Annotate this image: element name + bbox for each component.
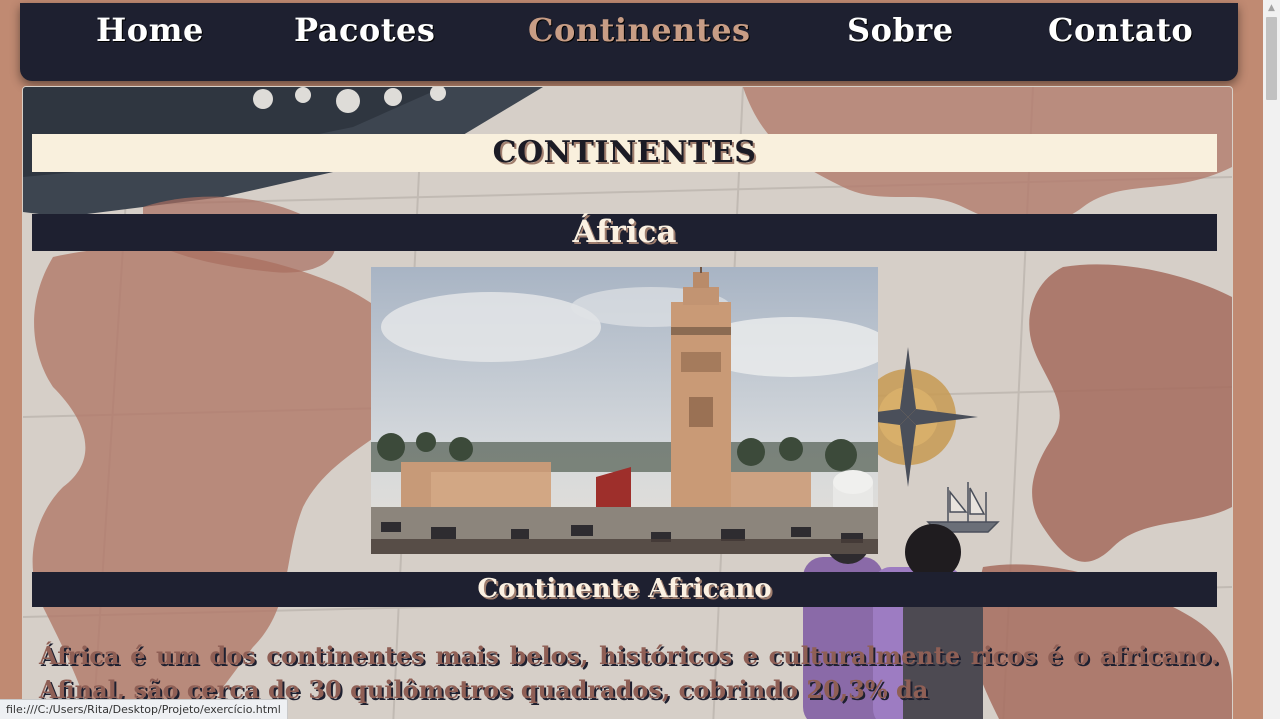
- nav-link-sobre[interactable]: Sobre: [847, 11, 954, 49]
- content-panel: CONTINENTES África Continente Africano Á…: [22, 86, 1233, 719]
- scrollbar-thumb[interactable]: [1266, 17, 1277, 100]
- status-bar-url: file:///C:/Users/Rita/Desktop/Projeto/ex…: [0, 699, 288, 719]
- page: Home Pacotes Continentes Sobre Contato C…: [0, 0, 1280, 719]
- subsection-title-bar: Continente Africano: [32, 572, 1217, 607]
- nav-link-pacotes[interactable]: Pacotes: [294, 11, 435, 49]
- africa-photo: [371, 267, 878, 554]
- scroll-up-arrow-icon[interactable]: ▲: [1263, 0, 1280, 17]
- nav-link-contato[interactable]: Contato: [1048, 11, 1193, 49]
- vertical-scrollbar[interactable]: ▲: [1263, 0, 1280, 719]
- main-nav: Home Pacotes Continentes Sobre Contato: [20, 3, 1238, 81]
- nav-link-continentes[interactable]: Continentes: [528, 11, 751, 49]
- nav-link-home[interactable]: Home: [96, 11, 204, 49]
- koutoubia-mosque-image: [371, 267, 878, 554]
- subsection-title: Continente Africano: [477, 574, 772, 604]
- africa-description: África é um dos continentes mais belos, …: [39, 641, 1219, 704]
- section-title-bar: África: [32, 214, 1217, 251]
- page-title: CONTINENTES: [492, 135, 757, 170]
- section-title: África: [572, 214, 677, 250]
- page-title-bar: CONTINENTES: [32, 134, 1217, 172]
